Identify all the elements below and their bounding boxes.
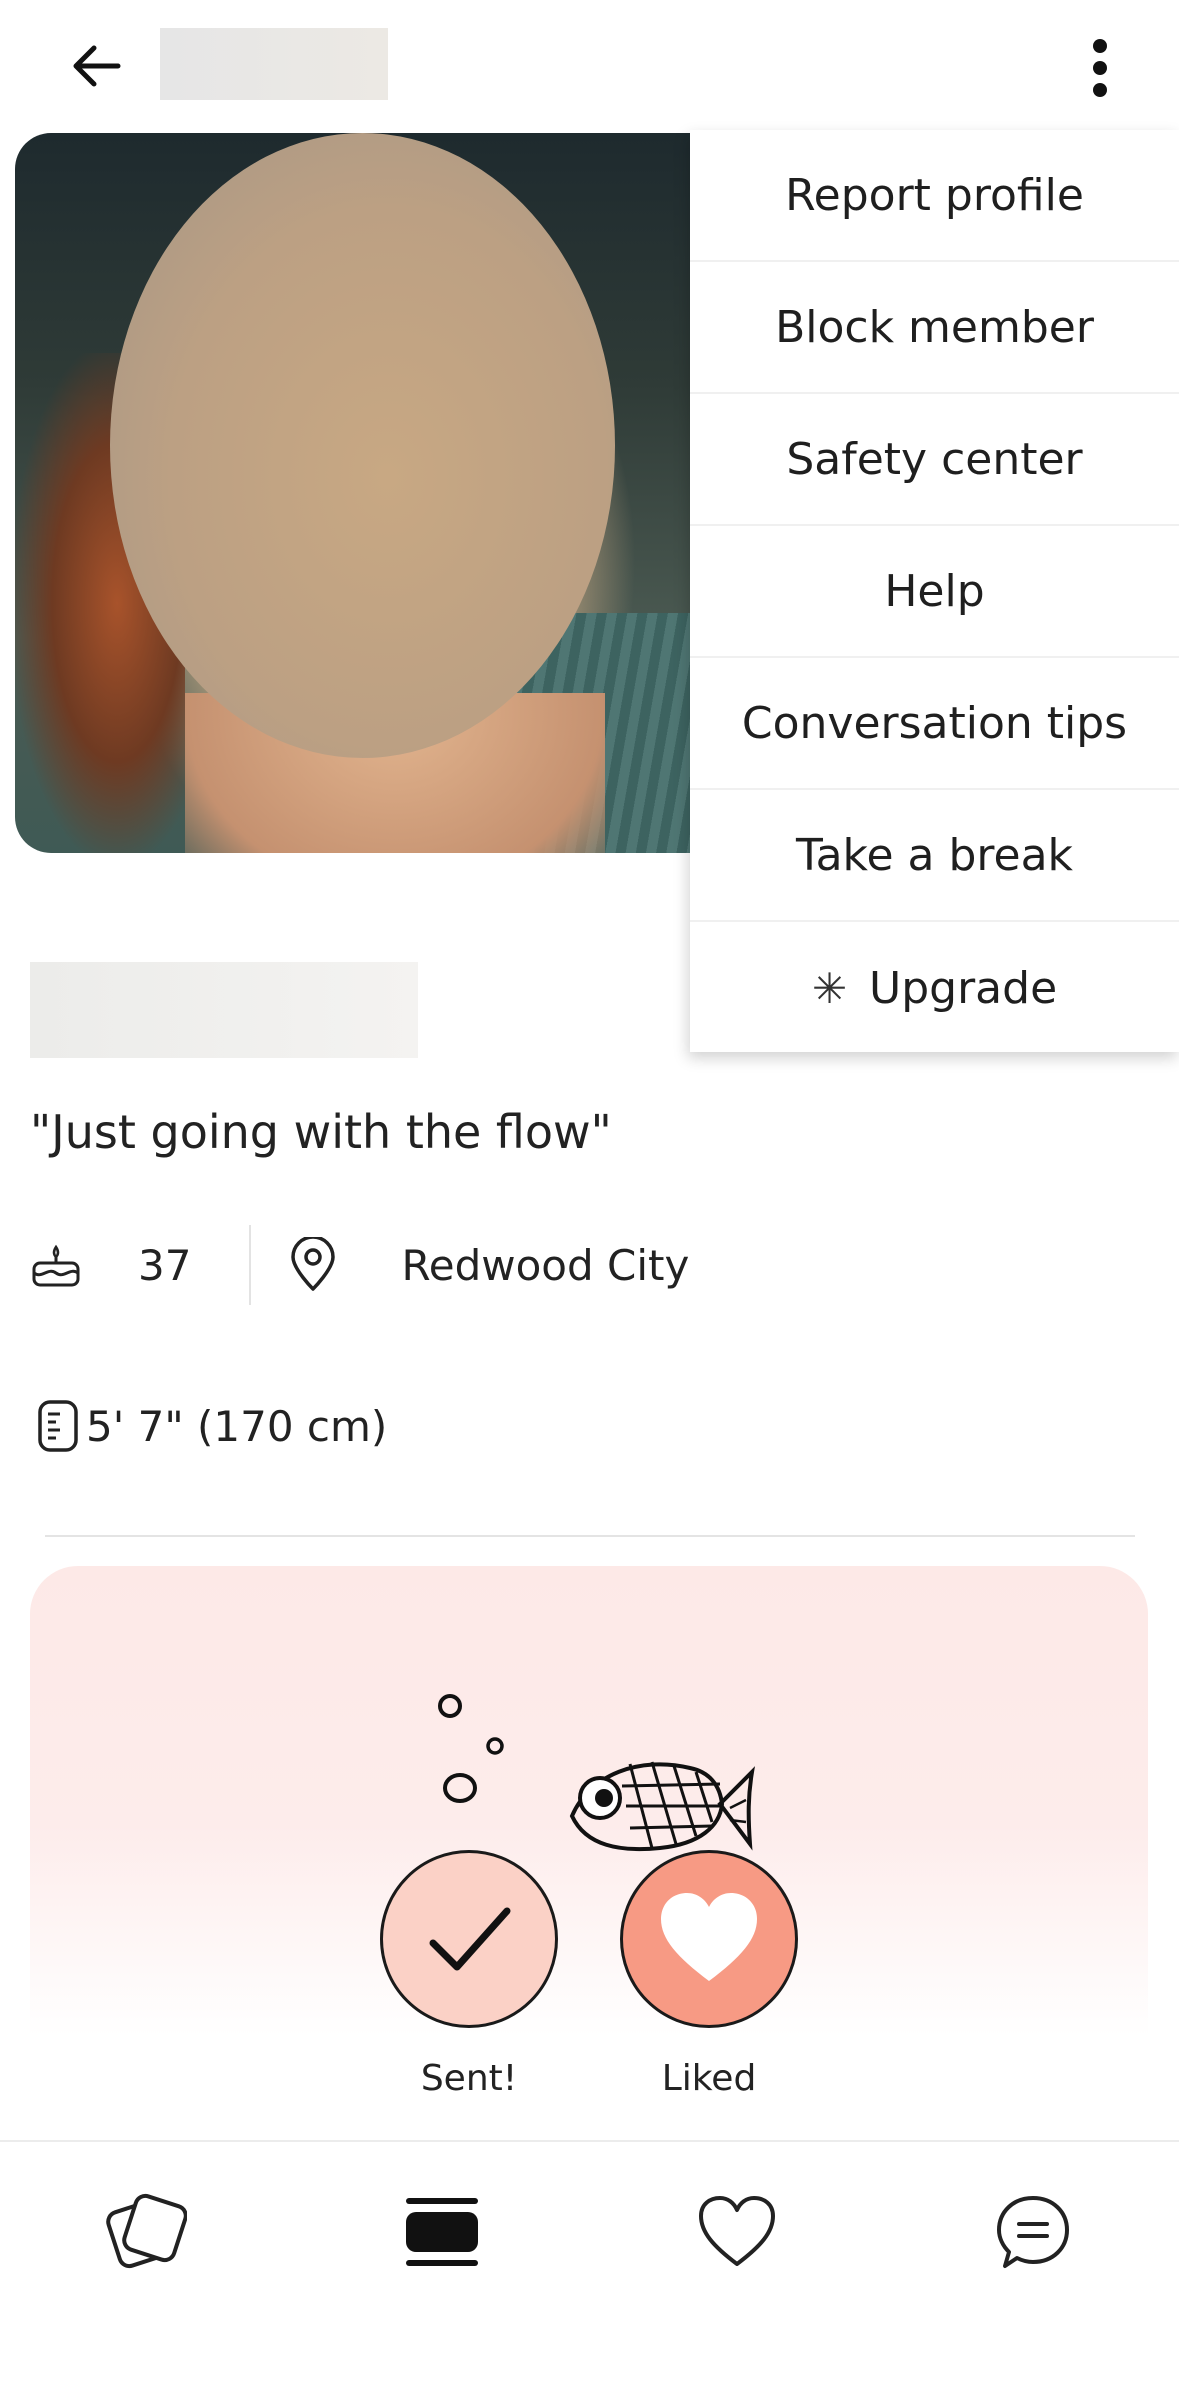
top-bar [0, 0, 1179, 130]
menu-item-label: Safety center [786, 433, 1083, 485]
profile-stats-row: 37 Redwood City [30, 1222, 689, 1308]
liked-button[interactable] [620, 1850, 798, 2028]
menu-item-label: Conversation tips [741, 697, 1128, 749]
likes-heart-icon [699, 2196, 775, 2266]
menu-item-safety-center[interactable]: Safety center [690, 394, 1179, 526]
checkmark-icon [429, 1907, 511, 1971]
bottom-navigation [0, 2140, 1179, 2396]
sent-button[interactable] [380, 1850, 558, 2028]
chat-icon [997, 2196, 1069, 2268]
menu-item-block-member[interactable]: Block member [690, 262, 1179, 394]
discover-icon [106, 2193, 187, 2269]
menu-item-label: Report profile [785, 169, 1084, 221]
ruler-icon [38, 1400, 78, 1452]
menu-item-report-profile[interactable]: Report profile [690, 130, 1179, 262]
menu-item-conversation-tips[interactable]: Conversation tips [690, 658, 1179, 790]
menu-item-label: Take a break [795, 829, 1074, 881]
more-options-button[interactable] [1070, 32, 1130, 104]
more-vertical-icon [1093, 39, 1107, 97]
birthday-cake-icon [30, 1239, 82, 1291]
asterisk-icon: ✳ [811, 963, 848, 1013]
location-value: Redwood City [401, 1240, 690, 1290]
age-stat: 37 [30, 1239, 191, 1291]
nav-profile-cards[interactable] [387, 2182, 497, 2282]
nav-discover[interactable] [90, 2182, 200, 2282]
menu-item-upgrade[interactable]: ✳ Upgrade [690, 922, 1179, 1054]
location-pin-icon [287, 1237, 339, 1291]
height-stat: 5' 7" (170 cm) [36, 1398, 387, 1454]
back-arrow-icon [73, 45, 121, 87]
profile-name-redacted-block [30, 962, 418, 1058]
nav-likes[interactable] [682, 2182, 792, 2282]
profile-cards-icon [406, 2198, 478, 2266]
heart-icon [661, 1893, 757, 1981]
location-stat: Redwood City [287, 1237, 690, 1291]
profile-quote: "Just going with the flow" [30, 1105, 612, 1159]
height-value: 5' 7" (170 cm) [86, 1401, 388, 1451]
menu-item-label: Upgrade [869, 962, 1058, 1014]
interaction-card [30, 1566, 1148, 2036]
liked-label: Liked [661, 2058, 757, 2099]
sent-label: Sent! [420, 2058, 518, 2099]
face-blur-overlay [110, 133, 615, 758]
stats-divider [249, 1225, 252, 1305]
name-redacted-block [160, 28, 388, 100]
options-menu: Report profile Block member Safety cente… [690, 130, 1179, 1052]
menu-item-label: Help [884, 565, 985, 617]
section-divider [45, 1535, 1135, 1537]
menu-item-take-a-break[interactable]: Take a break [690, 790, 1179, 922]
profile-photo[interactable] [15, 133, 735, 853]
back-button[interactable] [60, 30, 132, 102]
menu-item-label: Block member [775, 301, 1094, 353]
age-value: 37 [138, 1240, 192, 1290]
menu-item-help[interactable]: Help [690, 526, 1179, 658]
nav-chats[interactable] [978, 2182, 1088, 2282]
